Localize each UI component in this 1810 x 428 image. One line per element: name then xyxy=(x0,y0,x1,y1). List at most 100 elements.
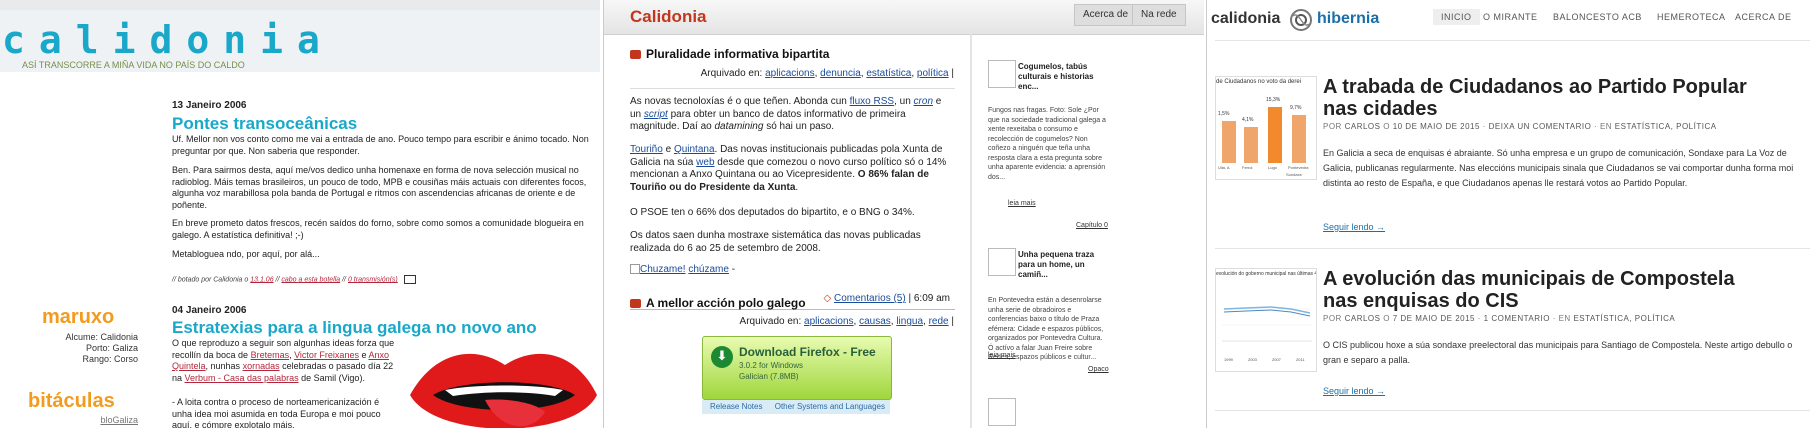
post-title[interactable]: A trabada de Ciudadanos ao Partido Popul… xyxy=(1323,76,1763,120)
speech-bubble-icon xyxy=(630,50,641,59)
link-xornadas[interactable]: xornadas xyxy=(243,361,280,371)
blog-logo[interactable]: calidonia xyxy=(2,18,334,62)
post-title[interactable]: Estratexias para a lingua galega no novo… xyxy=(172,318,537,338)
text: só hai un paso. xyxy=(763,121,835,132)
post-title[interactable]: A mellor acción polo galego xyxy=(646,296,806,310)
tag-link[interactable]: política xyxy=(917,68,949,79)
post-excerpt: O CIS publicou hoxe a súa sondaxe preele… xyxy=(1323,340,1793,365)
category-links[interactable]: ESTATÍSTICA, POLÍTICA xyxy=(1615,122,1717,131)
permalink[interactable]: 13.1.06 xyxy=(250,276,273,283)
chuzame-link[interactable]: chúzame xyxy=(688,264,729,275)
menu-baloncesto[interactable]: BALONCESTO ACB xyxy=(1553,12,1642,22)
tag-link[interactable]: aplicacions xyxy=(804,316,853,327)
feed-source[interactable]: Capítulo 0 xyxy=(1076,222,1108,229)
author-link[interactable]: CARLOS xyxy=(1345,122,1381,131)
post-title[interactable]: A evolución das municipais de Compostela… xyxy=(1323,268,1763,312)
download-arrow-icon: ⬇ xyxy=(711,346,733,368)
profile-rango: Rango: Corso xyxy=(82,354,138,364)
link-tourino[interactable]: Touriño xyxy=(630,144,663,155)
tag-link[interactable]: causas xyxy=(859,316,891,327)
menu-o-mirante[interactable]: O MIRANTE xyxy=(1483,12,1538,22)
thumb-label: Ulla, A xyxy=(1218,165,1230,170)
comments-link[interactable]: 0 transmisión(s) xyxy=(348,276,398,283)
tag-link[interactable]: denuncia xyxy=(820,68,861,79)
broken-image-icon xyxy=(630,264,640,275)
nav-na-rede[interactable]: Na rede xyxy=(1132,4,1186,26)
feed-item-text: Fungos nas fragas. Foto: Sole ¿Por que n… xyxy=(988,107,1106,181)
speech-bubble-icon xyxy=(630,299,641,308)
divider xyxy=(1215,248,1810,249)
blog-brand[interactable]: Calidonia xyxy=(630,7,707,27)
tag-link[interactable]: aplicacions xyxy=(765,68,814,79)
read-more-link[interactable]: Seguir lendo → xyxy=(1323,222,1385,232)
date-link[interactable]: 10 DE MAIO DE 2015 xyxy=(1393,122,1480,131)
date-link[interactable]: 7 DE MAIO DE 2015 xyxy=(1393,314,1475,323)
link-freixanes[interactable]: Victor Freixanes xyxy=(294,350,359,360)
thumb-year: 1999 xyxy=(1224,357,1233,362)
firefox-version: 3.0.2 for Windows xyxy=(739,361,804,370)
other-systems-link[interactable]: Other Systems and Languages xyxy=(775,402,885,411)
post-paragraph: Ben. Para sairmos desta, aquí me/vos ded… xyxy=(172,165,587,210)
blog-header: Calidonia Acerca de Na rede xyxy=(604,0,1204,35)
lips-image xyxy=(410,353,597,428)
feed-item-title[interactable]: Cogumelos, tabús culturais e historias e… xyxy=(1018,62,1108,92)
sidebar-title-maruxo: maruxo xyxy=(42,306,115,328)
site-header: calidonia hibernia INICIO O MIRANTE BALO… xyxy=(1207,0,1810,40)
text: e xyxy=(662,144,674,155)
post-thumbnail-chart[interactable]: de Ciudadanos no voto da derei 1,5% 4,1%… xyxy=(1215,76,1317,180)
post-thumbnail-chart[interactable]: evolución do goberno municipal nas últim… xyxy=(1215,268,1317,372)
release-notes-link[interactable]: Release Notes xyxy=(710,402,762,411)
post-title[interactable]: Pontes transoceânicas xyxy=(172,114,357,134)
link-bretemas[interactable]: Bretemas xyxy=(251,350,290,360)
read-more-link[interactable]: leia mais xyxy=(1008,200,1036,207)
post-title[interactable]: Pluralidade informativa bipartita xyxy=(646,47,829,61)
calidonia-wordpress-blog: Calidonia Acerca de Na rede Pluralidade … xyxy=(603,0,1204,428)
text: O xyxy=(1383,122,1390,131)
link-web[interactable]: web xyxy=(696,157,714,168)
text: , nunhas xyxy=(205,361,243,371)
feed-sidebar: Cogumelos, tabús culturais e historias e… xyxy=(970,34,1204,428)
link-cron[interactable]: cron xyxy=(914,96,933,107)
comments-link[interactable]: Comentarios (5) xyxy=(834,293,906,304)
brand-hibernia[interactable]: hibernia xyxy=(1317,10,1379,28)
brand-calidonia[interactable]: calidonia xyxy=(1211,10,1280,28)
feed-thumbnail xyxy=(988,60,1016,88)
read-more-link[interactable]: Seguir lendo → xyxy=(1323,386,1385,396)
comment-link[interactable]: 1 COMENTARIO xyxy=(1484,314,1550,323)
feed-item-title[interactable]: Unha pequena traza para un home, un cami… xyxy=(1018,250,1108,280)
celtic-knot-icon xyxy=(1290,9,1312,31)
post-categories: Arquivado en: aplicacions, denuncia, est… xyxy=(700,68,954,79)
profile-porto: Porto: Galiza xyxy=(85,343,138,353)
author-link[interactable]: CARLOS xyxy=(1345,314,1381,323)
thumb-title: de Ciudadanos no voto da derei xyxy=(1216,79,1302,85)
nav-acerca-de[interactable]: Acerca de xyxy=(1074,4,1138,26)
feed-source[interactable]: Opaco xyxy=(1088,366,1109,373)
menu-hemeroteca[interactable]: HEMEROTECA xyxy=(1657,12,1726,22)
category-link[interactable]: cabo a esta botella xyxy=(281,276,340,283)
post-paragraph: - A loita contra o proceso de norteameri… xyxy=(172,397,381,428)
link-script[interactable]: script xyxy=(644,109,668,120)
text: · xyxy=(1482,122,1486,131)
blogaliza-link[interactable]: bloGaliza xyxy=(20,415,138,426)
thumb-bar xyxy=(1268,107,1282,163)
link-rss[interactable]: fluxo RSS xyxy=(850,96,894,107)
tag-link[interactable]: estatística xyxy=(866,68,911,79)
post-paragraph: As novas tecnoloxías é o que teñen. Abon… xyxy=(630,96,948,134)
email-icon[interactable] xyxy=(403,275,416,284)
text: · xyxy=(1594,122,1598,131)
thumb-bar xyxy=(1222,121,1236,163)
comment-link[interactable]: DEIXA UN COMENTARIO xyxy=(1489,122,1592,131)
thumb-year: 2003 xyxy=(1248,357,1257,362)
tag-link[interactable]: lingua xyxy=(896,316,923,327)
menu-acerca-de[interactable]: ACERCA DE xyxy=(1735,12,1792,22)
firefox-download-button[interactable]: ⬇ Download Firefox - Free 3.0.2 for Wind… xyxy=(702,336,892,400)
chuzame-image-link[interactable]: Chuzame! xyxy=(640,264,686,275)
link-verbum[interactable]: Verbum - Casa das palabras xyxy=(185,373,299,383)
tag-link[interactable]: rede xyxy=(929,316,949,327)
divider xyxy=(1215,40,1810,41)
menu-inicio[interactable]: INICIO xyxy=(1433,9,1480,25)
thumb-label: Ferrol xyxy=(1242,165,1253,170)
category-links[interactable]: ESTATÍSTICA, POLÍTICA xyxy=(1573,314,1675,323)
read-more-link[interactable]: leia mais xyxy=(988,352,1016,359)
link-quintana[interactable]: Quintana xyxy=(674,144,715,155)
